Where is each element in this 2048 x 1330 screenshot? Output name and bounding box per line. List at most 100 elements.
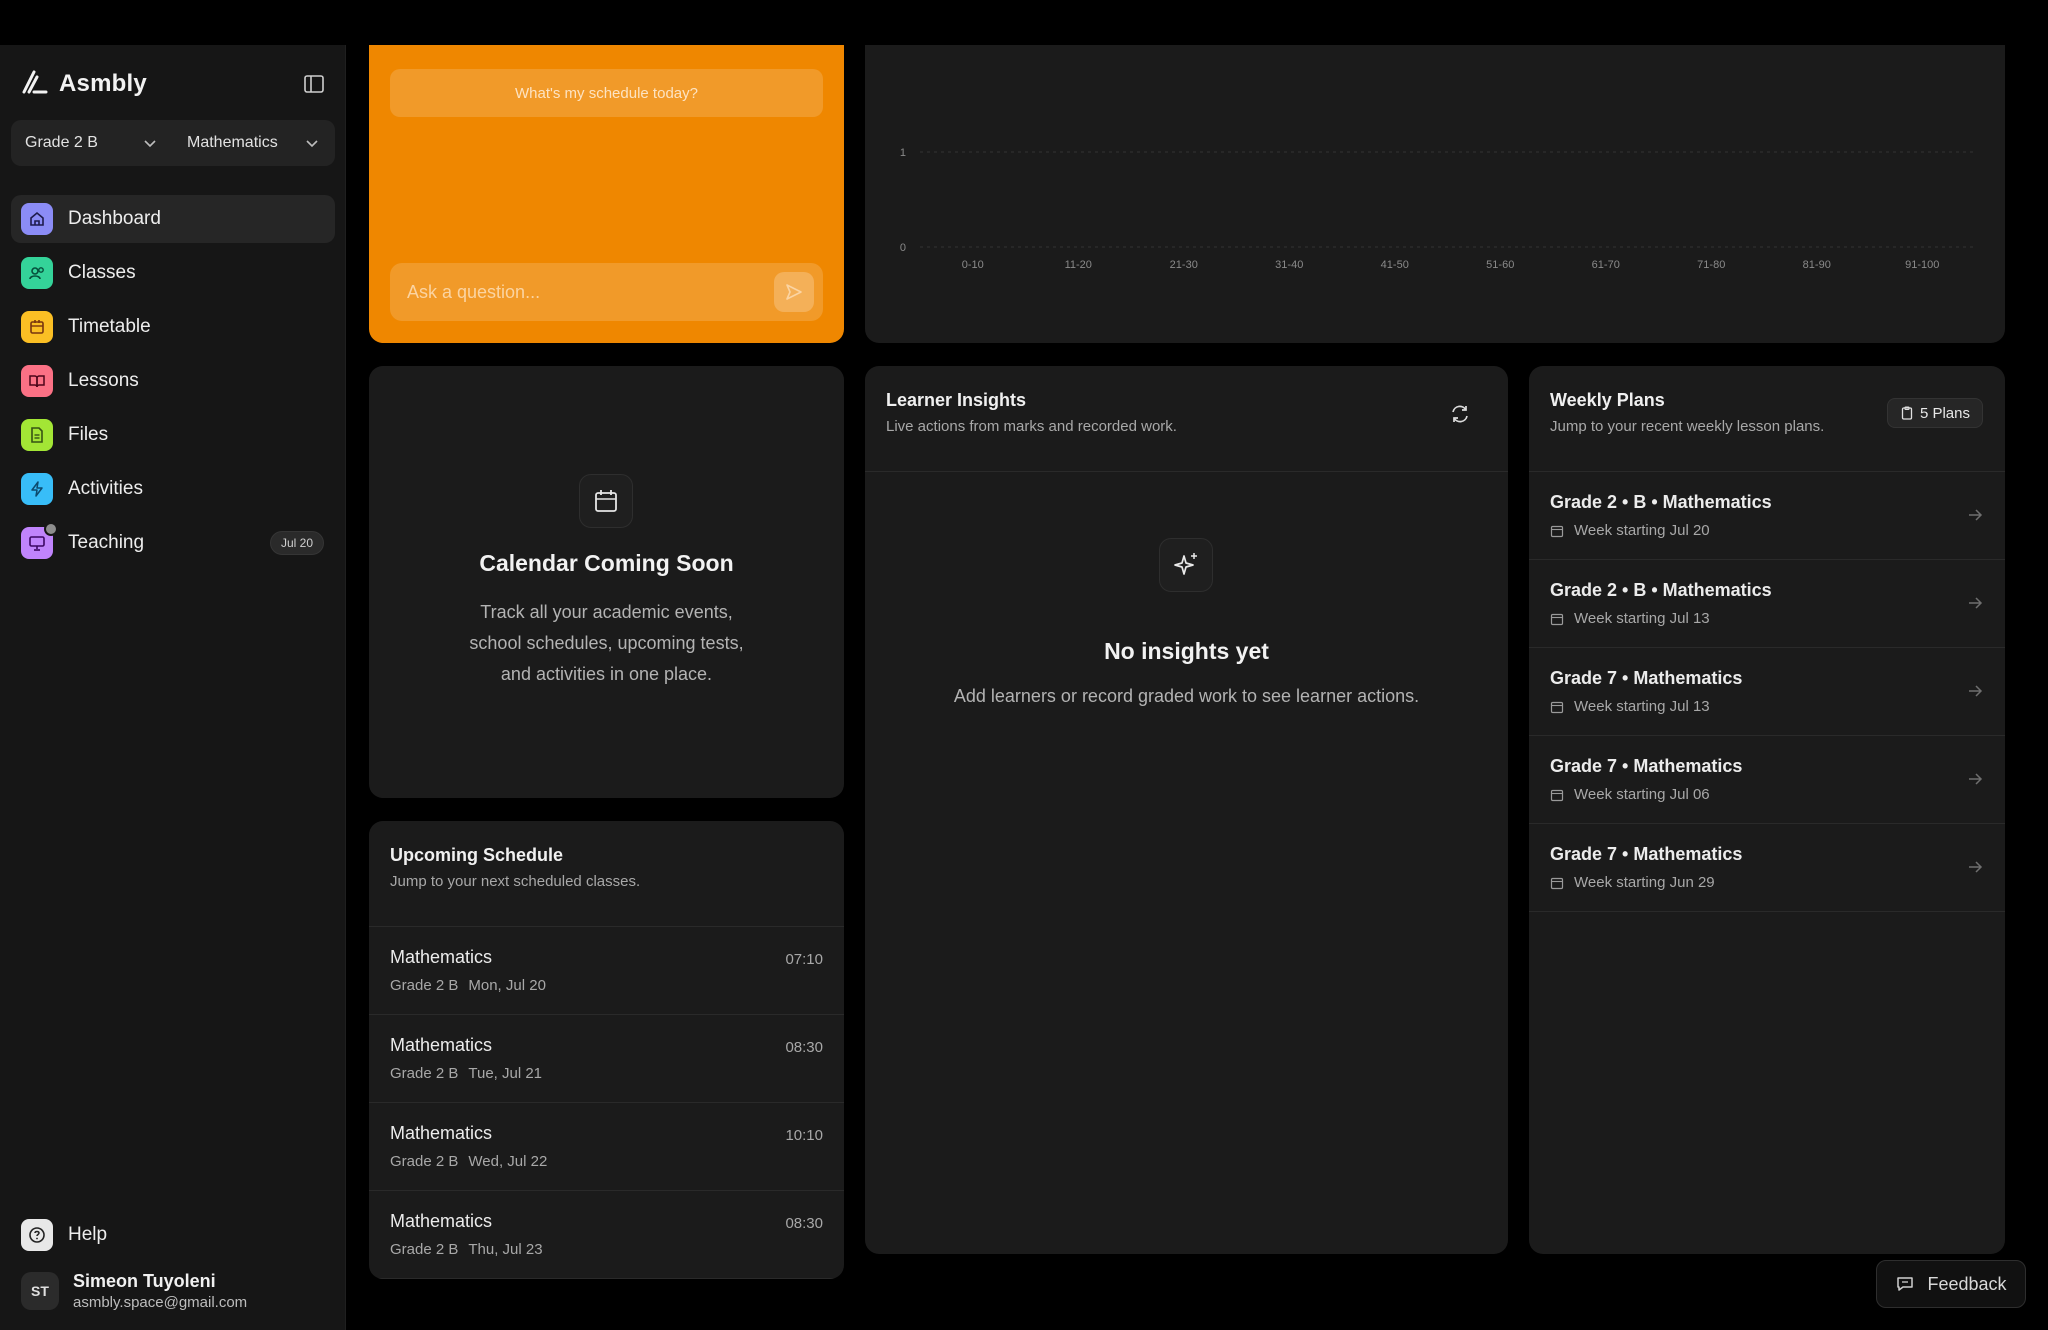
calendar-title: Calendar Coming Soon — [479, 550, 734, 576]
subject-select-value: Mathematics — [187, 134, 278, 151]
upcoming-schedule-panel: Upcoming Schedule Jump to your next sche… — [369, 821, 844, 1279]
plan-week: Week starting Jul 13 — [1574, 610, 1710, 627]
panel-title: Upcoming Schedule — [390, 845, 564, 865]
plan-title: Grade 7 • Mathematics — [1550, 844, 1743, 864]
panel-subtitle: Live actions from marks and recorded wor… — [886, 418, 1177, 435]
panel-header: Learner Insights Live actions from marks… — [865, 366, 1508, 472]
plans-count: 5 Plans — [1919, 404, 1970, 422]
nav-item-files[interactable]: Files — [11, 411, 335, 459]
weekly-plan-row[interactable]: Grade 7 • Mathematics Week starting Jul … — [1529, 648, 2005, 736]
schedule-row[interactable]: Mathematics Grade 2 B Tue, Jul 21 08:30 — [369, 1015, 844, 1103]
nav-label: Activities — [68, 478, 143, 499]
nav-item-timetable[interactable]: Timetable — [11, 303, 335, 351]
x-tick-label: 31-40 — [1275, 259, 1303, 271]
chevron-down-icon — [306, 140, 318, 148]
refresh-icon[interactable] — [1448, 402, 1472, 426]
help-label: Help — [68, 1224, 108, 1245]
nav-item-activities[interactable]: Activities — [11, 465, 335, 513]
logo-icon — [21, 68, 49, 101]
nav-label: Teaching — [68, 532, 145, 553]
schedule-class: Grade 2 B — [390, 1153, 459, 1170]
plan-title: Grade 7 • Mathematics — [1550, 668, 1743, 688]
weekly-plan-row[interactable]: Grade 2 • B • Mathematics Week starting … — [1529, 472, 2005, 560]
x-tick-label: 71-80 — [1697, 259, 1725, 271]
nav-item-lessons[interactable]: Lessons — [11, 357, 335, 405]
arrow-right-icon — [1969, 597, 1983, 609]
message-icon — [1897, 1277, 1914, 1291]
panel-header: Upcoming Schedule Jump to your next sche… — [369, 821, 844, 927]
schedule-subject: Mathematics — [390, 1123, 493, 1143]
nav-item-classes[interactable]: Classes — [11, 249, 335, 297]
calendar-icon — [1550, 877, 1564, 889]
x-tick-label: 81-90 — [1803, 259, 1831, 271]
plan-week: Week starting Jul 20 — [1574, 522, 1710, 539]
learner-insights-panel: Learner Insights Live actions from marks… — [865, 366, 1508, 1254]
feedback-button[interactable]: Feedback — [1876, 1260, 2026, 1308]
feedback-label: Feedback — [1927, 1273, 2007, 1294]
weekly-plan-row[interactable]: Grade 7 • Mathematics Week starting Jun … — [1529, 824, 2005, 912]
user-email: asmbly.space@gmail.com — [73, 1294, 248, 1311]
schedule-row[interactable]: Mathematics Grade 2 B Wed, Jul 22 10:10 — [369, 1103, 844, 1191]
schedule-class: Grade 2 B — [390, 977, 459, 994]
nav-label: Lessons — [68, 370, 139, 391]
ask-input[interactable]: Ask a question... — [390, 263, 823, 321]
x-tick-label: 61-70 — [1592, 259, 1620, 271]
schedule-date: Tue, Jul 21 — [468, 1065, 543, 1082]
clipboard-icon — [1901, 406, 1913, 420]
nav-item-teaching[interactable]: Teaching Jul 20 — [11, 519, 335, 567]
plan-week: Week starting Jul 06 — [1574, 786, 1710, 803]
x-tick-label: 11-20 — [1065, 259, 1092, 271]
sidebar-toggle-icon[interactable] — [301, 71, 327, 97]
weekly-plan-row[interactable]: Grade 7 • Mathematics Week starting Jul … — [1529, 736, 2005, 824]
help-icon — [21, 1219, 53, 1251]
calendar-icon — [1550, 613, 1564, 625]
assistant-panel: What's my schedule today? Ask a question… — [369, 45, 844, 343]
schedule-row[interactable]: Mathematics Grade 2 B Thu, Jul 23 08:30 — [369, 1191, 844, 1279]
plan-week: Week starting Jul 13 — [1574, 698, 1710, 715]
insights-empty-text: Add learners or record graded work to se… — [953, 686, 1420, 706]
bolt-icon — [21, 473, 53, 505]
notification-dot — [44, 522, 58, 536]
weekly-plan-row[interactable]: Grade 2 • B • Mathematics Week starting … — [1529, 560, 2005, 648]
y-tick-label: 0 — [900, 242, 906, 254]
plans-count-badge: 5 Plans — [1886, 398, 1983, 428]
grade-select-value: Grade 2 B — [25, 134, 98, 151]
plan-title: Grade 2 • B • Mathematics — [1550, 492, 1772, 512]
brand[interactable]: Asmbly — [21, 67, 147, 101]
help-link[interactable]: Help — [21, 1219, 107, 1251]
nav-label: Files — [68, 424, 109, 445]
x-tick-label: 41-50 — [1381, 259, 1409, 271]
sparkles-icon — [1159, 538, 1213, 592]
subject-select[interactable]: Mathematics — [173, 134, 335, 152]
panel-title: Learner Insights — [886, 390, 1027, 410]
schedule-time: 08:30 — [785, 1215, 823, 1232]
insights-empty-title: No insights yet — [1104, 638, 1269, 664]
grade-select[interactable]: Grade 2 B — [11, 134, 173, 152]
calendar-icon — [1550, 789, 1564, 801]
calendar-panel: Calendar Coming Soon Track all your acad… — [369, 366, 844, 798]
schedule-date: Thu, Jul 23 — [468, 1241, 543, 1258]
plan-week: Week starting Jun 29 — [1574, 874, 1715, 891]
arrow-right-icon — [1969, 685, 1983, 697]
presentation-icon — [21, 522, 58, 559]
user-name: Simeon Tuyoleni — [73, 1271, 216, 1291]
nav-item-dashboard[interactable]: Dashboard — [11, 195, 335, 243]
schedule-date: Mon, Jul 20 — [468, 977, 546, 994]
plan-title: Grade 2 • B • Mathematics — [1550, 580, 1772, 600]
panel-subtitle: Jump to your next scheduled classes. — [390, 873, 641, 890]
schedule-class: Grade 2 B — [390, 1065, 459, 1082]
nav-label: Timetable — [68, 316, 151, 337]
suggestion-chip[interactable]: What's my schedule today? — [390, 69, 823, 117]
schedule-row[interactable]: Mathematics Grade 2 B Mon, Jul 20 07:10 — [369, 927, 844, 1015]
sidebar: Asmbly Grade 2 B Mathematics Dashboard C… — [0, 45, 346, 1330]
score-distribution-chart: 1 0 0-10 11-20 21-30 31-40 41-50 51-60 61-70 71-8… — [865, 45, 2005, 343]
arrow-right-icon — [1969, 773, 1983, 785]
calendar-icon — [21, 311, 53, 343]
top-bar — [0, 0, 2048, 45]
chevron-down-icon — [144, 140, 156, 148]
user-profile[interactable]: ST Simeon Tuyoleni asmbly.space@gmail.co… — [21, 1271, 247, 1311]
schedule-class: Grade 2 B — [390, 1241, 459, 1258]
send-icon[interactable] — [774, 272, 814, 312]
schedule-date: Wed, Jul 22 — [468, 1153, 548, 1170]
x-tick-label: 91-100 — [1905, 259, 1939, 271]
